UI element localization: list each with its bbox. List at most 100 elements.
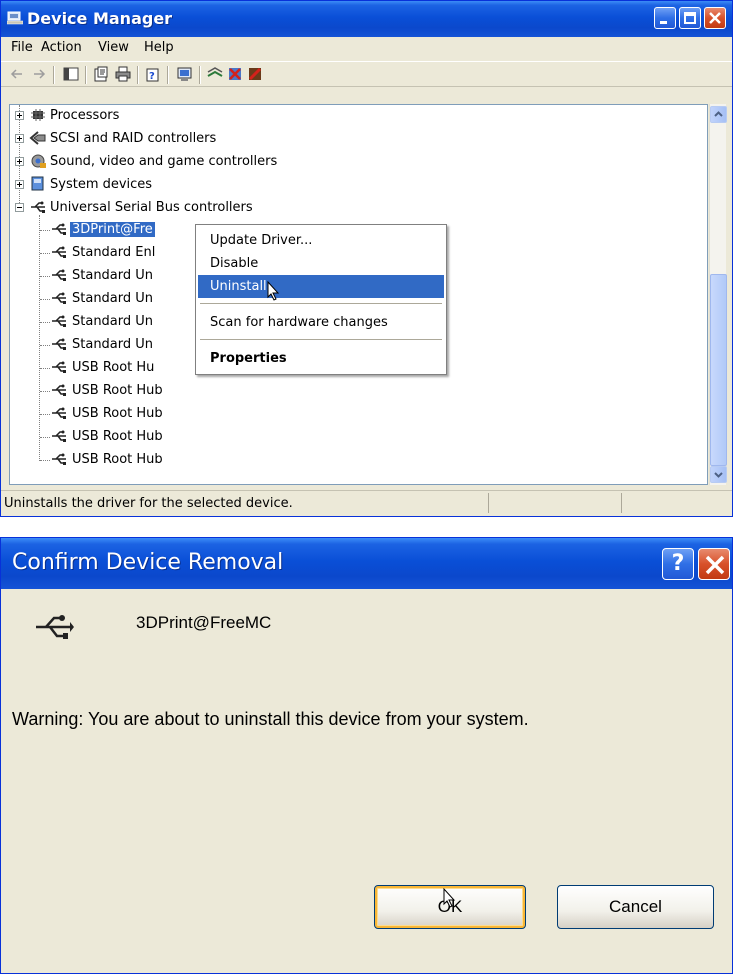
tree-item-label: USB Root Hub — [72, 406, 163, 421]
minimize-icon — [660, 21, 667, 24]
toolbar-separator — [167, 66, 169, 84]
tree-item-label: SCSI and RAID controllers — [50, 131, 217, 146]
cancel-button[interactable]: Cancel — [557, 885, 714, 929]
tree-connector — [40, 276, 50, 277]
toolbar-separator — [199, 66, 201, 84]
tree-item-system-devices[interactable]: System devices — [10, 174, 610, 196]
tree-item-label: Universal Serial Bus controllers — [50, 200, 253, 215]
properties-icon[interactable] — [93, 66, 109, 82]
tree-item-label: USB Root Hub — [72, 383, 163, 398]
toolbar-separator — [53, 66, 55, 84]
usb-device-root-hub[interactable]: USB Root Hub — [10, 403, 310, 425]
tree-item-usb-controllers[interactable]: Universal Serial Bus controllers — [10, 197, 610, 219]
help-question-label: ? — [671, 551, 685, 576]
usb-icon — [52, 361, 66, 373]
disable-icon[interactable] — [247, 66, 263, 82]
tree-item-processors[interactable]: Processors — [10, 105, 610, 127]
menu-item-label: Uninstall — [210, 279, 267, 294]
mouse-cursor-icon — [443, 888, 456, 908]
scroll-up-button[interactable] — [710, 106, 727, 123]
console-tree-icon[interactable] — [63, 66, 79, 82]
usb-icon — [52, 223, 66, 235]
menu-item-uninstall[interactable]: Uninstall — [198, 275, 444, 298]
menu-view[interactable]: View — [98, 40, 129, 55]
processor-icon — [31, 109, 45, 121]
usb-device-root-hub[interactable]: USB Root Hub — [10, 380, 310, 402]
tree-item-label: Standard Un — [72, 337, 154, 352]
tree-connector — [40, 230, 50, 231]
tree-item-sound-video[interactable]: Sound, video and game controllers — [10, 151, 610, 173]
sound-icon — [31, 154, 46, 168]
tree-item-scsi-raid[interactable]: SCSI and RAID controllers — [10, 128, 610, 150]
tree-connector — [40, 391, 50, 392]
svg-text:?: ? — [149, 71, 155, 82]
tree-item-label: Processors — [50, 108, 120, 123]
status-panel — [621, 493, 622, 513]
context-menu: Update Driver... Disable Uninstall Scan … — [195, 224, 447, 375]
tree-item-label: Standard Un — [72, 291, 154, 306]
menu-item-disable[interactable]: Disable — [198, 252, 444, 275]
expand-toggle[interactable] — [15, 180, 24, 189]
menu-item-label: Update Driver... — [210, 233, 313, 248]
scan-hardware-icon[interactable] — [207, 66, 223, 82]
maximize-icon — [684, 12, 696, 24]
tree-connector — [40, 299, 50, 300]
chevron-up-icon — [714, 111, 723, 117]
toolbar: ? — [1, 61, 732, 87]
expand-toggle[interactable] — [15, 157, 24, 166]
device-manager-window: Device Manager File Action View Help ? P… — [0, 0, 733, 517]
usb-icon — [36, 615, 74, 639]
usb-icon — [31, 201, 45, 213]
device-manager-titlebar[interactable]: Device Manager — [1, 1, 732, 37]
help-icon[interactable]: ? — [145, 66, 161, 82]
menu-separator — [200, 303, 442, 304]
expand-toggle[interactable] — [15, 134, 24, 143]
menu-item-scan-hardware[interactable]: Scan for hardware changes — [198, 311, 444, 334]
dialog-close-button[interactable] — [698, 548, 730, 580]
menu-action[interactable]: Action — [41, 40, 82, 55]
close-icon — [705, 555, 725, 575]
usb-icon — [52, 407, 66, 419]
tree-connector — [40, 414, 50, 415]
scroll-down-button[interactable] — [710, 466, 727, 483]
usb-icon — [52, 315, 66, 327]
status-bar: Uninstalls the driver for the selected d… — [1, 490, 732, 516]
device-name: 3DPrint@FreeMC — [136, 613, 272, 632]
usb-icon — [52, 453, 66, 465]
print-icon[interactable] — [115, 66, 131, 82]
usb-device-root-hub[interactable]: USB Root Hub — [10, 449, 310, 471]
tree-item-label: Standard Un — [72, 314, 154, 329]
mouse-cursor-icon — [267, 281, 280, 301]
maximize-button[interactable] — [679, 7, 701, 29]
scroll-thumb[interactable] — [710, 274, 727, 466]
uninstall-icon[interactable] — [227, 66, 243, 82]
collapse-toggle[interactable] — [15, 203, 24, 212]
dialog-titlebar[interactable]: Confirm Device Removal ? — [1, 538, 732, 589]
usb-icon — [52, 269, 66, 281]
tree-item-label: USB Root Hub — [72, 452, 163, 467]
window-title: Device Manager — [27, 9, 173, 28]
update-driver-icon[interactable] — [177, 66, 193, 82]
menu-item-properties[interactable]: Properties — [198, 347, 444, 370]
tree-item-label: USB Root Hub — [72, 429, 163, 444]
usb-icon — [52, 384, 66, 396]
help-button[interactable]: ? — [662, 548, 694, 580]
minimize-button[interactable] — [654, 7, 676, 29]
device-manager-app-icon — [7, 11, 23, 25]
menu-file[interactable]: File — [11, 40, 33, 55]
status-text: Uninstalls the driver for the selected d… — [4, 496, 293, 511]
vertical-scrollbar[interactable] — [709, 104, 727, 485]
expand-toggle[interactable] — [15, 111, 24, 120]
menu-item-update-driver[interactable]: Update Driver... — [198, 229, 444, 252]
usb-device-root-hub[interactable]: USB Root Hub — [10, 426, 310, 448]
status-panel — [488, 493, 489, 513]
usb-icon — [52, 292, 66, 304]
forward-arrow-icon[interactable] — [31, 66, 47, 82]
back-arrow-icon[interactable] — [9, 66, 25, 82]
tree-connector — [40, 253, 50, 254]
close-button[interactable] — [704, 7, 726, 29]
scsi-icon — [29, 131, 46, 145]
button-label: Cancel — [609, 897, 662, 916]
menu-bar: File Action View Help — [1, 37, 732, 59]
menu-help[interactable]: Help — [144, 40, 174, 55]
